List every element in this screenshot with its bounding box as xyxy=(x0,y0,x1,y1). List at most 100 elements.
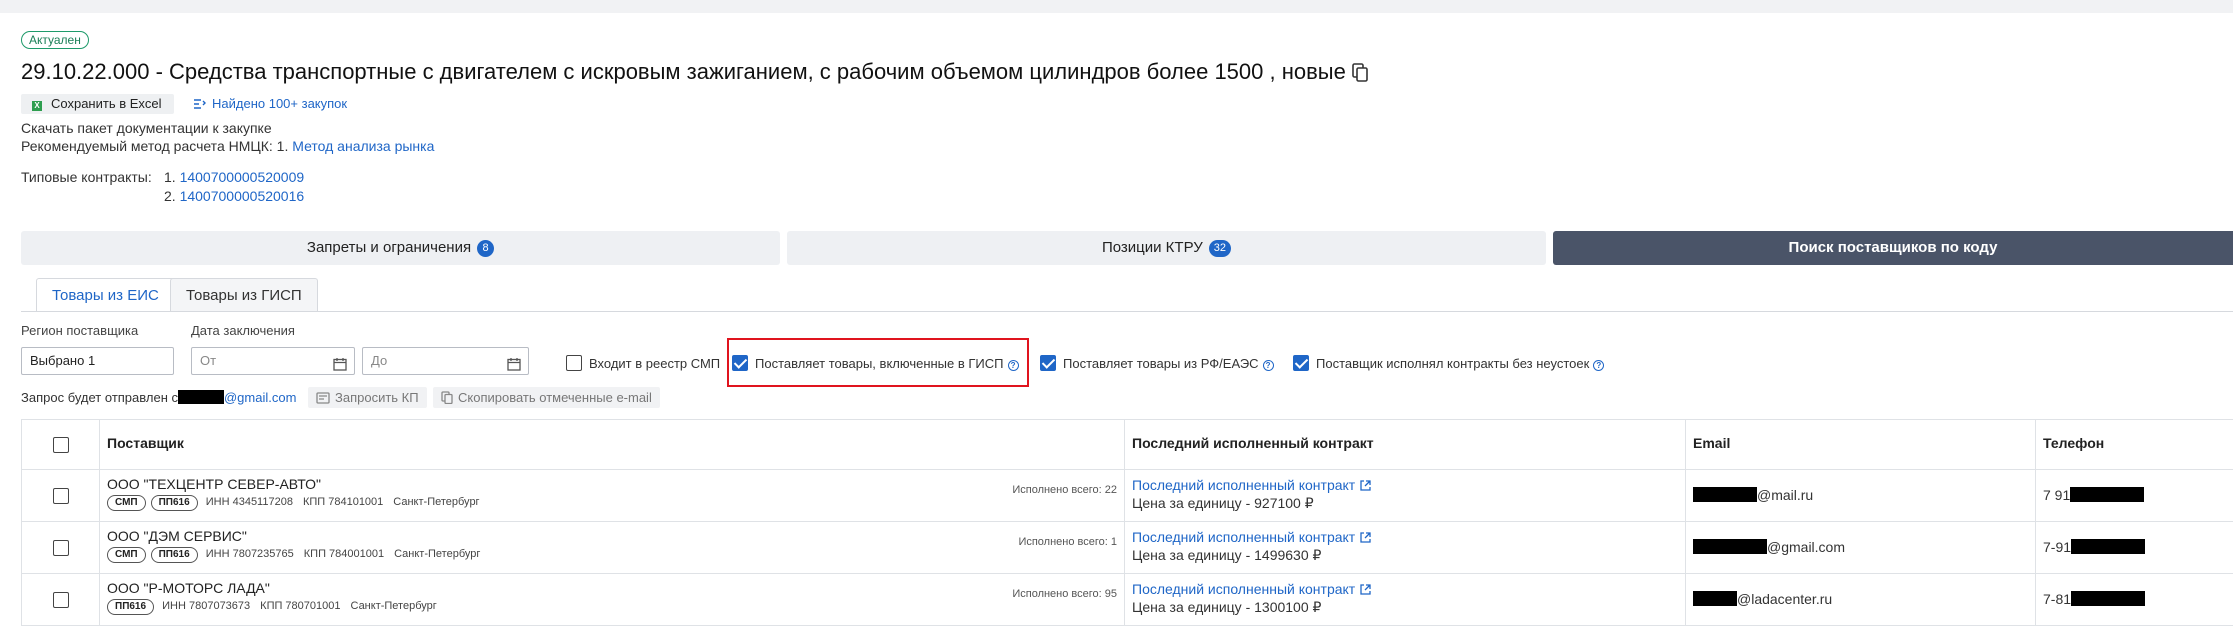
tab-restrictions[interactable]: Запреты и ограничения 8 xyxy=(21,231,780,265)
supplier-cell: ООО "ДЭМ СЕРВИС" СМП ПП616 ИНН 7807235765… xyxy=(99,521,1125,574)
supplier-meta: СМП ПП616 ИНН 4345117208 КПП 784101001 Санк… xyxy=(107,484,1117,511)
download-docs-link[interactable]: Скачать пакет документации к закупке xyxy=(21,119,272,137)
status-badge: Актуален xyxy=(21,31,89,49)
row-select-cell xyxy=(21,469,100,522)
supplier-inn: ИНН 7807073673 xyxy=(162,600,251,612)
contract-link-1[interactable]: 1400700000520009 xyxy=(180,169,305,185)
redacted-block xyxy=(2071,539,2146,554)
excel-icon: X xyxy=(32,101,42,111)
select-all-checkbox[interactable] xyxy=(52,437,69,454)
supplier-city: Санкт-Петербург xyxy=(350,600,437,612)
row-checkbox[interactable] xyxy=(52,540,69,557)
unit-price: Цена за единицу - 1499630 ₽ xyxy=(1132,547,1322,563)
date-from-input[interactable]: От xyxy=(191,347,355,375)
supplier-cell: ООО "Р-МОТОРС ЛАДА" ПП616 ИНН 7807073673… xyxy=(99,573,1125,626)
supplier-inn: ИНН 4345117208 xyxy=(205,496,293,508)
supplier-name[interactable]: ООО "ДЭМ СЕРВИС" xyxy=(107,528,1117,545)
row-checkbox[interactable] xyxy=(52,592,69,609)
supplier-cell: ООО "ТЕХЦЕНТР СЕВЕР-АВТО" СМП ПП616 ИНН 4… xyxy=(99,469,1125,522)
last-contract-label: Последний исполненный контракт xyxy=(1132,477,1356,493)
redacted-block xyxy=(177,390,224,404)
filter-smp[interactable]: Входит в реестр СМП xyxy=(566,355,720,373)
contract-item-1: 1. 1400700000520009 xyxy=(164,168,304,186)
date-from-placeholder: От xyxy=(200,353,217,368)
filter-no-penalties[interactable]: Поставщик исполнял контракты без неустое… xyxy=(1293,355,1605,373)
last-contract-label: Последний исполненный контракт xyxy=(1132,529,1356,545)
unit-price: Цена за единицу - 927100 ₽ xyxy=(1132,495,1314,511)
supplier-kpp: КПП 780701001 xyxy=(260,600,341,612)
request-kp-label: Запросить КП xyxy=(335,390,419,405)
supplier-inn: ИНН 7807235765 xyxy=(205,548,294,560)
email-cell: @mail.ru xyxy=(1685,469,2036,522)
supplier-name[interactable]: ООО "Р-МОТОРС ЛАДА" xyxy=(107,580,1117,597)
contract-link-2[interactable]: 1400700000520016 xyxy=(180,188,305,204)
method-link[interactable]: Метод анализа рынка xyxy=(292,138,434,154)
request-kp-button[interactable]: Запросить КП xyxy=(308,387,427,408)
supplier-email[interactable]: @mail.ru xyxy=(1693,470,2028,521)
last-contract-link[interactable]: Последний исполненный контракт xyxy=(1132,529,1678,546)
filter-no-penalties-label: Поставщик исполнял контракты без неустое… xyxy=(1316,356,1590,371)
supplier-email[interactable]: @ladacenter.ru xyxy=(1693,574,2028,625)
table-header: Поставщик Последний исполненный контракт… xyxy=(21,419,2233,470)
date-label: Дата заключения xyxy=(191,323,295,338)
redacted-block xyxy=(1693,539,1767,554)
supplier-meta: ПП616 ИНН 7807073673 КПП 780701001 Санкт-П… xyxy=(107,588,1117,615)
filter-rf-eaes-checkbox[interactable] xyxy=(1040,355,1056,371)
tag-pp616: ПП616 xyxy=(107,599,155,615)
supplier-name[interactable]: ООО "ТЕХЦЕНТР СЕВЕР-АВТО" xyxy=(107,476,1117,493)
save-excel-button[interactable]: X Сохранить в Excel xyxy=(21,94,174,114)
tab-ktru-positions[interactable]: Позиции КТРУ 32 xyxy=(787,231,1546,265)
row-checkbox[interactable] xyxy=(52,488,69,505)
top-bar xyxy=(0,0,2233,13)
table-row: ООО "Р-МОТОРС ЛАДА" ПП616 ИНН 7807073673… xyxy=(21,573,2233,626)
subtab-gisp[interactable]: Товары из ГИСП xyxy=(170,278,318,312)
calendar-icon[interactable] xyxy=(507,354,521,380)
tag-smp: СМП xyxy=(107,495,146,511)
supplier-phone[interactable]: 7-81 xyxy=(2043,574,2226,625)
copy-icon xyxy=(441,391,453,405)
supplier-phone[interactable]: 7 91 xyxy=(2043,470,2226,521)
row-select-cell xyxy=(21,573,100,626)
calendar-icon[interactable] xyxy=(333,354,347,380)
col-last-contract: Последний исполненный контракт xyxy=(1124,419,1686,470)
contract-cell: Последний исполненный контракт Цена за е… xyxy=(1124,573,1686,626)
supplier-city: Санкт-Петербург xyxy=(393,496,480,508)
subtab-eis[interactable]: Товары из ЕИС xyxy=(36,278,175,312)
copy-emails-label: Скопировать отмеченные e-mail xyxy=(458,390,652,405)
request-email: @gmail.com xyxy=(223,390,297,405)
copy-icon[interactable] xyxy=(1352,61,1368,89)
copy-emails-button[interactable]: Скопировать отмеченные e-mail xyxy=(433,387,660,408)
tab-supplier-search[interactable]: Поиск поставщиков по коду xyxy=(1553,231,2233,265)
help-icon[interactable]: ? xyxy=(1262,360,1274,371)
email-cell: @gmail.com xyxy=(1685,521,2036,574)
region-select[interactable]: Выбрано 1 xyxy=(21,347,174,375)
phone-cell: 7-81 xyxy=(2035,573,2233,626)
last-contract-link[interactable]: Последний исполненный контракт xyxy=(1132,581,1678,598)
help-icon[interactable]: ? xyxy=(1593,360,1605,371)
phone-prefix: 7-91 xyxy=(2043,539,2072,555)
date-to-input[interactable]: До xyxy=(362,347,529,375)
last-contract-link[interactable]: Последний исполненный контракт xyxy=(1132,477,1678,494)
supplier-kpp: КПП 784101001 xyxy=(302,496,384,508)
col-email: Email xyxy=(1685,419,2036,470)
filter-smp-checkbox[interactable] xyxy=(566,355,582,371)
tab-supplier-search-label: Поиск поставщиков по коду xyxy=(1788,239,1998,256)
message-icon xyxy=(316,392,330,404)
found-purchases-link[interactable]: Найдено 100+ закупок xyxy=(193,94,347,116)
contracts-label: Типовые контракты: xyxy=(21,169,152,185)
filter-rf-eaes[interactable]: Поставляет товары из РФ/ЕАЭС? xyxy=(1040,355,1274,373)
suppliers-table: Поставщик Последний исполненный контракт… xyxy=(21,419,2233,626)
filter-no-penalties-checkbox[interactable] xyxy=(1293,355,1309,371)
list-icon xyxy=(193,96,206,116)
supplier-email[interactable]: @gmail.com xyxy=(1693,522,2028,573)
page-title-text: 29.10.22.000 - Средства транспортные с д… xyxy=(21,59,1346,84)
phone-prefix: 7-81 xyxy=(2043,591,2072,607)
found-purchases-label: Найдено 100+ закупок xyxy=(212,96,348,111)
filter-smp-label: Входит в реестр СМП xyxy=(589,356,721,371)
supplier-kpp: КПП 784001001 xyxy=(303,548,385,560)
supplier-phone[interactable]: 7-91 xyxy=(2043,522,2226,573)
phone-cell: 7-91 xyxy=(2035,521,2233,574)
email-cell: @ladacenter.ru xyxy=(1685,573,2036,626)
date-to-placeholder: До xyxy=(371,353,388,368)
table-row: ООО "ТЕХЦЕНТР СЕВЕР-АВТО" СМП ПП616 ИНН 4… xyxy=(21,469,2233,522)
